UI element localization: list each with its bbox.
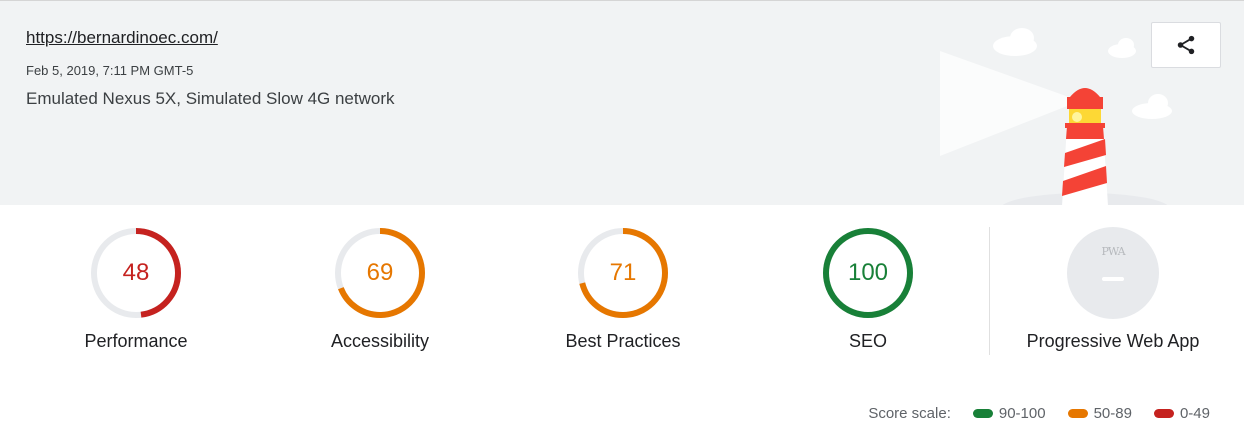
pass-dot-icon xyxy=(972,409,993,418)
scale-item-fail: 0-49 xyxy=(1153,405,1210,422)
share-icon xyxy=(1177,35,1195,55)
fail-dot-icon xyxy=(1153,409,1174,418)
score-scale-label: Score scale: xyxy=(868,405,951,422)
gauge-ring: 100 xyxy=(820,225,916,321)
scale-range-text: 0-49 xyxy=(1179,405,1210,422)
gauge-best-practices[interactable]: 71 Best Practices xyxy=(513,225,733,352)
average-dot-icon xyxy=(1067,409,1088,418)
gauge-score: 48 xyxy=(122,259,150,286)
pwa-badge-icon: PWA xyxy=(1067,227,1159,319)
gauge-ring: 71 xyxy=(575,225,671,321)
gauge-accessibility[interactable]: 69 Accessibility xyxy=(270,225,490,352)
tested-url-link[interactable]: https://bernardinoec.com/ xyxy=(26,28,218,48)
scale-range-text: 90-100 xyxy=(998,405,1046,422)
report-header: https://bernardinoec.com/ Feb 5, 2019, 7… xyxy=(0,0,1244,206)
gauge-label: Best Practices xyxy=(565,331,681,351)
gauge-pwa[interactable]: PWA Progressive Web App xyxy=(1003,225,1223,352)
report-timestamp: Feb 5, 2019, 7:11 PM GMT-5 xyxy=(26,63,194,78)
pwa-badge-text: PWA xyxy=(1101,245,1125,258)
gauge-ring: 48 xyxy=(88,225,184,321)
share-button[interactable] xyxy=(1151,22,1221,68)
gauge-label: SEO xyxy=(848,331,887,351)
gauge-label: Accessibility xyxy=(330,331,430,351)
scale-range-text: 50-89 xyxy=(1093,405,1132,422)
gauge-seo[interactable]: 100 SEO xyxy=(758,225,978,352)
scale-item-average: 50-89 xyxy=(1067,405,1132,422)
pwa-divider xyxy=(989,227,990,355)
score-scale-legend: Score scale: 90-100 50-89 0-49 xyxy=(868,405,1210,422)
category-scores: 48 Performance 69 Accessibility 71 Best … xyxy=(0,205,1244,439)
scale-item-pass: 90-100 xyxy=(972,405,1046,422)
gauge-label: Performance xyxy=(84,331,188,351)
pwa-dash xyxy=(1102,277,1124,281)
gauge-score: 69 xyxy=(366,259,394,286)
gauge-score: 100 xyxy=(847,259,889,286)
gauge-ring: 69 xyxy=(332,225,428,321)
gauge-label: Progressive Web App xyxy=(1026,331,1200,351)
gauge-performance[interactable]: 48 Performance xyxy=(26,225,246,352)
emulation-environment: Emulated Nexus 5X, Simulated Slow 4G net… xyxy=(26,89,395,108)
gauge-score: 71 xyxy=(609,259,637,286)
